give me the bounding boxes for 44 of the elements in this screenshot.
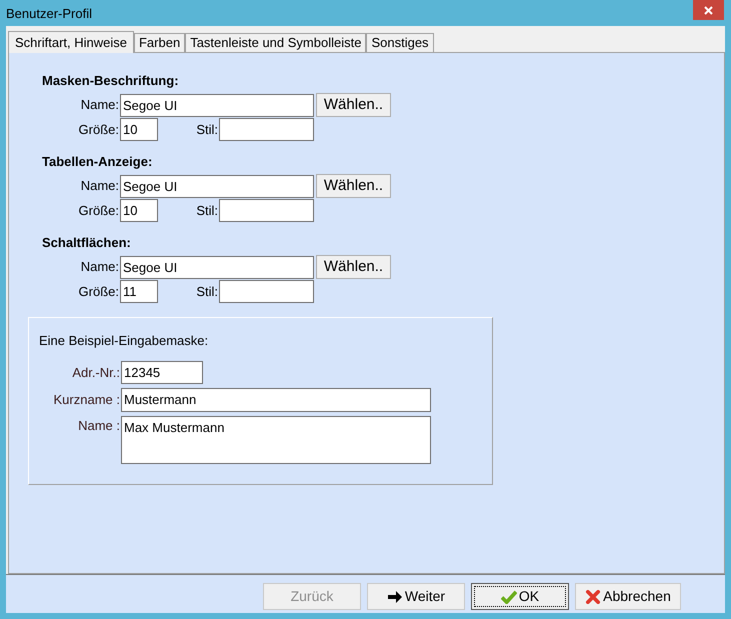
input-field[interactable]: Segoe UI bbox=[120, 174, 314, 198]
close-button[interactable] bbox=[693, 0, 724, 20]
input-field[interactable] bbox=[219, 280, 314, 303]
field-label: Stil: bbox=[195, 120, 219, 139]
dialog-button[interactable]: OK bbox=[471, 583, 569, 610]
input-field[interactable] bbox=[219, 199, 314, 222]
check-icon bbox=[500, 590, 517, 604]
input-field[interactable]: 10 bbox=[120, 118, 158, 141]
arrow-icon bbox=[386, 590, 403, 604]
input-field[interactable] bbox=[219, 118, 314, 141]
text-area[interactable]: Max Mustermann bbox=[121, 416, 431, 464]
dialog-button[interactable]: Abbrechen bbox=[575, 583, 681, 610]
choose-button[interactable]: Wählen.. bbox=[316, 93, 391, 117]
field-label: Name: bbox=[80, 96, 120, 114]
tab[interactable]: Farben bbox=[134, 33, 186, 52]
tab[interactable]: Schriftart, Hinweise bbox=[8, 31, 134, 53]
input-field[interactable]: 11 bbox=[120, 280, 158, 303]
field-label: Adr.-Nr.: bbox=[71, 364, 121, 382]
field-label: Größe: bbox=[78, 282, 120, 301]
field-label: Kurzname : bbox=[52, 391, 121, 409]
field-label: Stil: bbox=[195, 202, 219, 220]
input-field[interactable]: Mustermann bbox=[121, 388, 431, 412]
choose-button[interactable]: Wählen.. bbox=[316, 174, 391, 198]
group-heading: Eine Beispiel-Eingabemaske: bbox=[39, 333, 210, 349]
tab[interactable]: Sonstiges bbox=[366, 33, 434, 52]
section-heading: Tabellen-Anzeige: bbox=[42, 154, 154, 170]
field-label: Größe: bbox=[78, 202, 120, 220]
field-label: Name: bbox=[80, 258, 120, 276]
section-heading: Masken-Beschriftung: bbox=[42, 73, 180, 89]
field-label: Name: bbox=[80, 177, 120, 196]
field-label: Größe: bbox=[78, 120, 120, 139]
field-label: Name : bbox=[77, 417, 121, 435]
input-field[interactable]: Segoe UI bbox=[120, 94, 314, 116]
cross-icon bbox=[585, 590, 602, 604]
section-heading: Schaltflächen: bbox=[42, 235, 132, 251]
tab[interactable]: Tastenleiste und Symbolleiste bbox=[185, 33, 366, 52]
input-field[interactable]: 12345 bbox=[121, 361, 203, 384]
window-title: Benutzer-Profil bbox=[6, 6, 92, 21]
input-field[interactable]: 10 bbox=[120, 199, 158, 222]
close-icon bbox=[704, 6, 713, 14]
dialog-button[interactable]: Weiter bbox=[367, 583, 465, 610]
choose-button[interactable]: Wählen.. bbox=[316, 255, 391, 279]
field-label: Stil: bbox=[195, 282, 219, 301]
input-field[interactable]: Segoe UI bbox=[120, 256, 314, 278]
